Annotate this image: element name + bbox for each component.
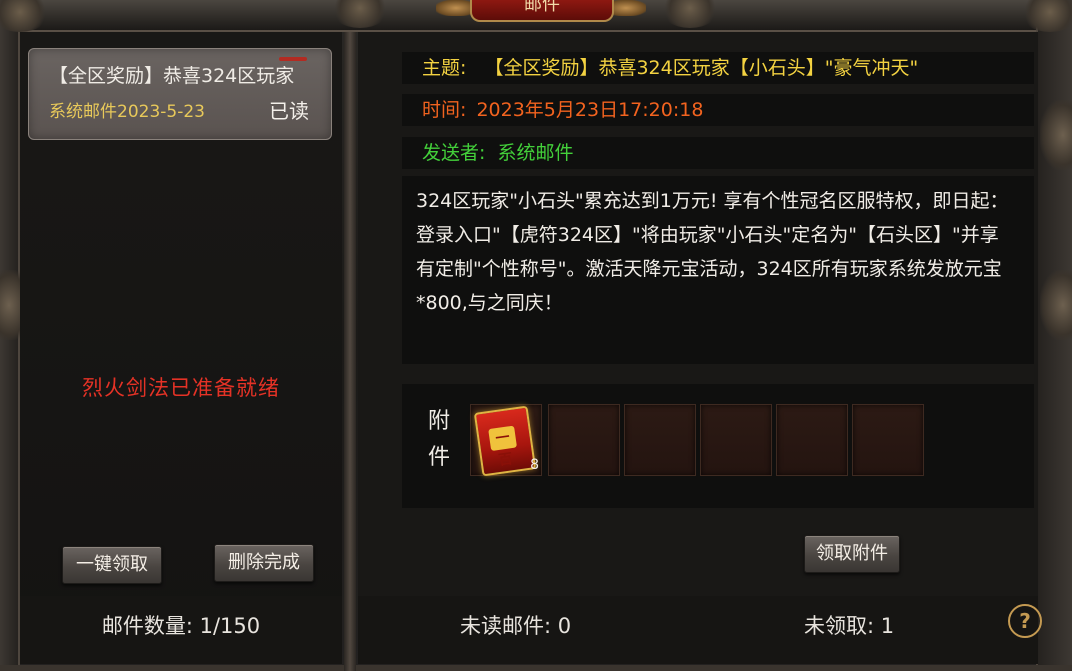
time-label: 时间: — [422, 99, 467, 121]
item-count: 8 — [530, 457, 539, 473]
help-icon[interactable]: ? — [1008, 604, 1042, 638]
right-footer: 未读邮件: 0 未领取: 1 — [358, 596, 1038, 664]
dragon-ornament-icon — [1040, 270, 1072, 340]
mail-window: 邮件 【全区奖励】恭喜324区玩家 系统邮件2023-5-23 已读 烈火剑法已… — [0, 0, 1072, 671]
subject-label: 主题: — [422, 57, 467, 79]
attachment-label: 附件 — [427, 409, 450, 470]
subject-row: 主题: 【全区奖励】恭喜324区玩家【小石头】"豪气冲天" — [402, 52, 1034, 84]
red-treasure-scroll-icon: 一百 — [473, 405, 537, 477]
sender-label: 发送者: — [422, 142, 486, 164]
mail-body-box: 324区玩家"小石头"累充达到1万元! 享有个性冠名区服特权，即日起：登录入口"… — [402, 176, 1034, 364]
attachment-slot-empty[interactable] — [776, 404, 848, 476]
skill-ready-notice: 烈火剑法已准备就绪 — [82, 376, 280, 400]
dragon-ornament-icon — [1040, 100, 1072, 170]
unread-count: 未读邮件: 0 — [460, 610, 571, 640]
mail-count-label: 邮件数量: — [101, 614, 200, 638]
item-glyph: 一百 — [488, 425, 518, 469]
unclaimed-value: 1 — [880, 614, 895, 638]
mail-body-text: 324区玩家"小石头"累充达到1万元! 享有个性冠名区服特权，即日起：登录入口"… — [416, 190, 1009, 314]
panel-divider — [344, 32, 356, 671]
mail-item-status: 已读 — [269, 99, 309, 123]
time-value: 2023年5月23日17:20:18 — [476, 99, 704, 121]
unread-label: 未读邮件: — [460, 614, 558, 638]
attachment-slot-empty[interactable] — [624, 404, 696, 476]
claim-all-button[interactable]: 一键领取 — [62, 546, 162, 584]
claim-attachment-button[interactable]: 领取附件 — [804, 535, 900, 573]
subject-value: 【全区奖励】恭喜324区玩家【小石头】"豪气冲天" — [484, 57, 919, 79]
unread-value: 0 — [557, 614, 572, 638]
window-frame-bottom — [0, 665, 1072, 671]
unclaimed-label: 未领取: — [804, 614, 881, 638]
mail-item-title: 【全区奖励】恭喜324区玩家 — [49, 65, 295, 87]
sender-row: 发送者: 系统邮件 — [402, 137, 1034, 169]
mail-list-item[interactable]: 【全区奖励】恭喜324区玩家 系统邮件2023-5-23 已读 — [28, 48, 332, 140]
delete-completed-button[interactable]: 删除完成 — [214, 544, 314, 582]
mail-count: 邮件数量: 1/150 — [20, 610, 342, 640]
attachment-slot-empty[interactable] — [852, 404, 924, 476]
attachment-slot-empty[interactable] — [700, 404, 772, 476]
left-footer: 邮件数量: 1/150 — [20, 596, 342, 664]
mail-item-sender-date: 系统邮件2023-5-23 — [49, 102, 205, 122]
unclaimed-count: 未领取: 1 — [804, 610, 894, 640]
attachment-slot[interactable]: 一百 8 — [470, 404, 542, 477]
window-title: 邮件 — [470, 0, 614, 22]
sender-value: 系统邮件 — [497, 142, 574, 164]
attachment-box: 附件 一百 8 — [402, 384, 1034, 508]
attachment-slot-empty[interactable] — [548, 404, 620, 476]
mail-count-value: 1/150 — [199, 614, 261, 638]
time-row: 时间: 2023年5月23日17:20:18 — [402, 94, 1034, 126]
